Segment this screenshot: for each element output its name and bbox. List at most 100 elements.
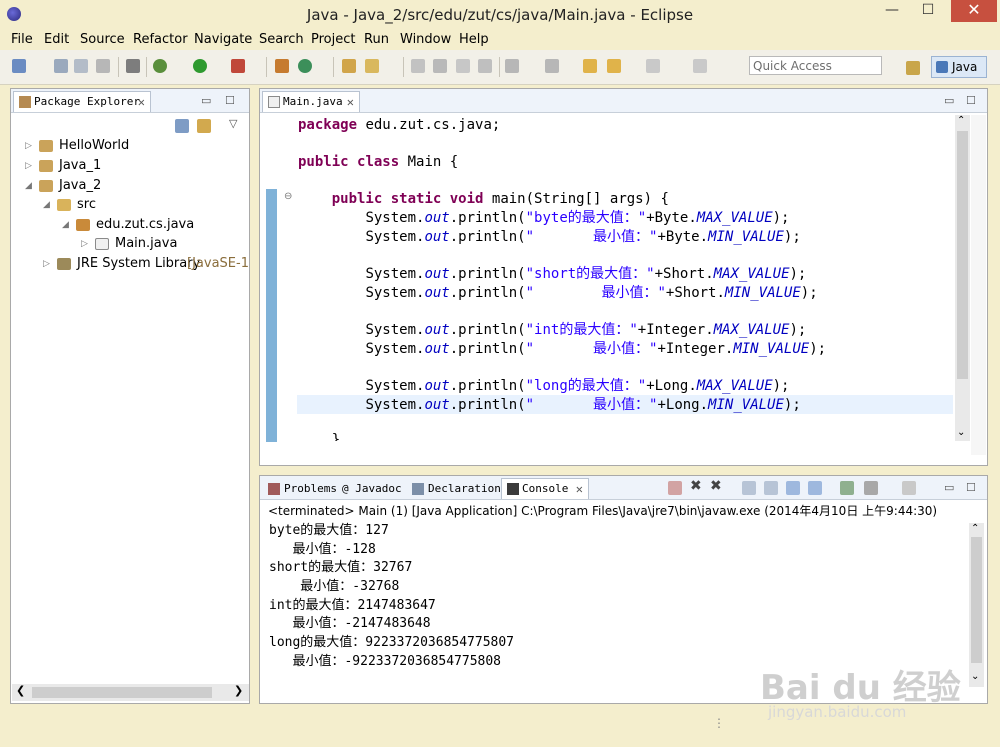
tab-declaration[interactable]: Declaration — [410, 480, 501, 499]
run-icon[interactable] — [193, 59, 207, 73]
expand-icon[interactable]: ▷ — [25, 157, 32, 175]
external-tools-icon[interactable] — [231, 59, 245, 73]
new-java-project-icon[interactable] — [275, 59, 289, 73]
new-class-icon[interactable] — [298, 59, 312, 73]
tab-package-explorer[interactable]: Package Explorer ✕ — [13, 91, 151, 112]
scrollbar-thumb[interactable] — [957, 131, 968, 379]
maximize-view-icon[interactable]: ☐ — [966, 481, 976, 494]
scroll-left-icon[interactable]: ❮ — [16, 684, 25, 697]
close-icon[interactable]: ✕ — [138, 92, 145, 112]
terminate-icon[interactable] — [668, 481, 682, 495]
scrollbar-thumb[interactable] — [32, 687, 212, 698]
code-line[interactable]: System.out.println(" 最小值："+Integer.MIN_V… — [298, 340, 826, 358]
next-annotation-icon[interactable] — [505, 59, 519, 73]
forward-icon[interactable] — [646, 59, 660, 73]
fold-icon[interactable]: ⊖ — [284, 191, 292, 202]
tab-main-java[interactable]: Main.java ✕ — [262, 91, 360, 112]
scroll-down-icon[interactable]: ⌄ — [957, 427, 965, 438]
code-line[interactable]: public static void main(String[] args) { — [298, 190, 669, 208]
menu-file[interactable]: File — [11, 32, 33, 47]
search-icon[interactable] — [365, 59, 379, 73]
tab-problems[interactable]: Problems — [266, 480, 337, 499]
scroll-lock-icon[interactable] — [764, 481, 778, 495]
minimize-view-icon[interactable]: ▭ — [944, 94, 954, 107]
collapse-all-icon[interactable] — [175, 119, 189, 133]
open-type-icon[interactable] — [342, 59, 356, 73]
console-vertical-scrollbar[interactable]: ⌃ ⌄ — [969, 523, 984, 687]
collapse-icon[interactable]: ◢ — [25, 177, 32, 195]
toggle-block-selection-icon[interactable] — [433, 59, 447, 73]
open-console-icon[interactable] — [902, 481, 916, 495]
scroll-up-icon[interactable]: ⌃ — [957, 115, 965, 126]
package-explorer-tab-header: Package Explorer ✕ ▭ ☐ — [11, 89, 249, 113]
editor-vertical-scrollbar[interactable]: ⌃ ⌄ — [955, 115, 970, 441]
code-line[interactable]: System.out.println(" 最小值："+Short.MIN_VAL… — [298, 284, 817, 302]
scroll-right-icon[interactable]: ❯ — [234, 684, 243, 697]
scroll-down-icon[interactable]: ⌄ — [971, 671, 979, 682]
code-line[interactable]: public class Main { — [298, 153, 458, 171]
close-icon[interactable]: ✕ — [576, 479, 583, 499]
menu-navigate[interactable]: Navigate — [194, 32, 252, 47]
menu-window[interactable]: Window — [400, 32, 451, 47]
close-icon[interactable]: ✕ — [347, 92, 354, 112]
back-icon[interactable] — [607, 59, 621, 73]
scrollbar-thumb[interactable] — [971, 537, 982, 663]
code-text: main(String[] args) { — [483, 191, 669, 207]
save-icon[interactable] — [54, 59, 68, 73]
remove-all-terminated-icon[interactable]: ✖ — [710, 478, 722, 494]
code-line[interactable]: package edu.zut.cs.java; — [298, 116, 500, 134]
code-line[interactable]: System.out.println(" 最小值："+Byte.MIN_VALU… — [298, 228, 800, 246]
expand-icon[interactable]: ▷ — [25, 137, 32, 155]
close-button[interactable]: ✕ — [951, 0, 997, 22]
pin-editor-icon[interactable] — [693, 59, 707, 73]
display-console-icon[interactable] — [864, 481, 878, 495]
menu-edit[interactable]: Edit — [44, 32, 69, 47]
show-whitespace-icon[interactable] — [456, 59, 470, 73]
new-icon[interactable] — [12, 59, 26, 73]
menu-help[interactable]: Help — [459, 32, 489, 47]
skip-breakpoints-icon[interactable] — [126, 59, 140, 73]
tab-javadoc[interactable]: @ Javadoc — [340, 480, 402, 499]
code-line[interactable]: System.out.println("byte的最大值："+Byte.MAX_… — [298, 209, 789, 227]
maximize-button[interactable]: ☐ — [913, 0, 943, 22]
menu-refactor[interactable]: Refactor — [133, 32, 188, 47]
expand-icon[interactable]: ▷ — [81, 235, 88, 253]
code-line[interactable]: System.out.println(" 最小值："+Long.MIN_VALU… — [298, 396, 800, 414]
previous-annotation-icon[interactable] — [545, 59, 559, 73]
collapse-icon[interactable]: ◢ — [43, 196, 50, 214]
link-with-editor-icon[interactable] — [197, 119, 211, 133]
open-perspective-icon[interactable] — [906, 61, 920, 75]
code-line[interactable]: System.out.println("int的最大值："+Integer.MA… — [298, 321, 806, 339]
show-on-error-icon[interactable] — [808, 481, 822, 495]
pin-console-icon[interactable] — [840, 481, 854, 495]
toggle-mark-occurrences-icon[interactable] — [411, 59, 425, 73]
save-all-icon[interactable] — [74, 59, 88, 73]
collapse-icon[interactable]: ◢ — [62, 216, 69, 234]
clear-console-icon[interactable] — [742, 481, 756, 495]
menu-source[interactable]: Source — [80, 32, 125, 47]
print-icon[interactable] — [96, 59, 110, 73]
debug-icon[interactable] — [153, 59, 167, 73]
tab-console[interactable]: Console ✕ — [501, 478, 589, 499]
maximize-view-icon[interactable]: ☐ — [966, 94, 976, 107]
quick-access-input[interactable]: Quick Access — [749, 56, 882, 75]
menu-project[interactable]: Project — [311, 32, 355, 47]
horizontal-scrollbar[interactable]: ❮ ❯ — [12, 684, 249, 701]
code-line[interactable]: } — [298, 431, 340, 441]
minimize-button[interactable]: — — [877, 0, 907, 22]
java-perspective-button[interactable]: Java — [931, 56, 987, 78]
minimize-view-icon[interactable]: ▭ — [201, 94, 211, 107]
show-on-output-icon[interactable] — [786, 481, 800, 495]
view-menu-icon[interactable]: ▽ — [229, 117, 237, 130]
expand-icon[interactable]: ▷ — [43, 255, 50, 273]
code-line[interactable]: System.out.println("short的最大值："+Short.MA… — [298, 265, 806, 283]
scroll-up-icon[interactable]: ⌃ — [971, 523, 979, 534]
maximize-view-icon[interactable]: ☐ — [225, 94, 235, 107]
menu-run[interactable]: Run — [364, 32, 389, 47]
menu-search[interactable]: Search — [259, 32, 304, 47]
code-line[interactable]: System.out.println("long的最大值："+Long.MAX_… — [298, 377, 789, 395]
last-edit-icon[interactable] — [583, 59, 597, 73]
minimize-view-icon[interactable]: ▭ — [944, 481, 954, 494]
word-wrap-icon[interactable] — [478, 59, 492, 73]
remove-launch-icon[interactable]: ✖ — [690, 478, 702, 494]
